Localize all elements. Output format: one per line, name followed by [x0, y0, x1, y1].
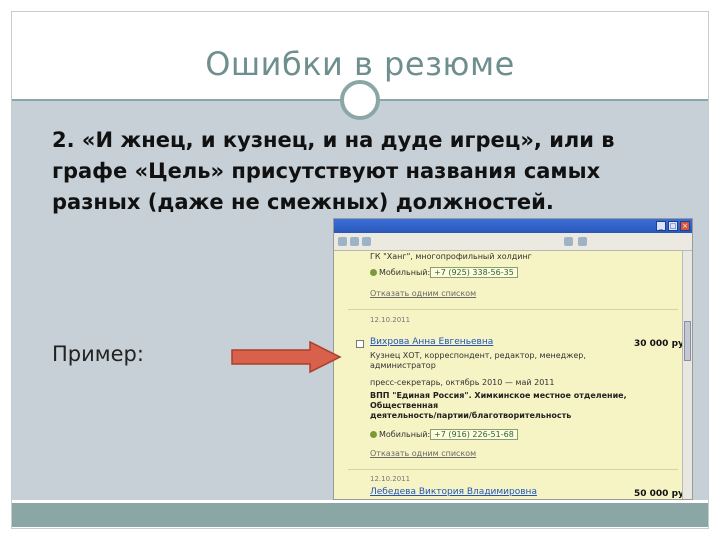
entry0-phone-label: Мобильный:	[370, 268, 430, 277]
entry0-reject-link[interactable]: Отказать одним списком	[370, 289, 476, 298]
phone-icon	[370, 431, 377, 438]
entry0-phone: +7 (925) 338-56-35	[430, 267, 518, 278]
entry1-checkbox[interactable]	[356, 340, 364, 348]
entry2-date: 12.10.2011	[370, 475, 411, 483]
entry1-phone-label: Мобильный:	[370, 430, 430, 439]
divider-circle-ornament	[340, 80, 380, 120]
entry2-salary: 50 000 ру	[634, 489, 684, 499]
entry-separator	[348, 309, 678, 310]
entry1-job: пресс-секретарь, октябрь 2010 — май 2011	[370, 378, 555, 387]
arrow-right-icon	[231, 340, 342, 374]
forward-icon	[350, 237, 359, 246]
bottom-bar	[12, 503, 708, 527]
resume-list-screenshot: _ □ × ГК "Ханг", многопрофильный холдинг…	[333, 218, 693, 500]
scrollbar-thumb[interactable]	[684, 321, 691, 361]
entry1-org3: деятельность/партии/благотворительность	[370, 411, 572, 420]
home-icon	[578, 237, 587, 246]
entry1-date: 12.10.2011	[370, 316, 411, 324]
entry1-name-link[interactable]: Вихрова Анна Евгеньевна	[370, 337, 493, 347]
minimize-icon: _	[656, 221, 666, 231]
screenshot-titlebar: _ □ ×	[334, 219, 692, 233]
maximize-icon: □	[668, 221, 678, 231]
entry1-salary: 30 000 ру	[634, 339, 684, 349]
entry1-reject-link[interactable]: Отказать одним списком	[370, 449, 476, 458]
slide-title: Ошибки в резюме	[205, 45, 515, 83]
back-icon	[338, 237, 347, 246]
phone-icon	[370, 269, 377, 276]
screenshot-toolbar	[334, 233, 692, 251]
tools-icon	[564, 237, 573, 246]
entry1-phone: +7 (916) 226-51-68	[430, 429, 518, 440]
entry1-positions2: администратор	[370, 361, 436, 370]
entry1-org1: ВПП "Единая Россия". Химкинское местное …	[370, 391, 627, 400]
entry1-positions: Кузнец ХОТ, корреспондент, редактор, мен…	[370, 351, 586, 360]
entry2-name-link[interactable]: Лебедева Виктория Владимировна	[370, 487, 537, 497]
body-paragraph: 2. «И жнец, и кузнец, и на дуде игрец», …	[52, 128, 615, 214]
entry1-org2: Общественная	[370, 401, 439, 410]
example-label: Пример:	[52, 342, 144, 366]
refresh-icon	[362, 237, 371, 246]
close-icon: ×	[680, 221, 690, 231]
entry0-org: ГК "Ханг", многопрофильный холдинг	[370, 252, 532, 261]
entry-separator	[348, 469, 678, 470]
screenshot-scrollbar[interactable]	[682, 251, 692, 499]
screenshot-body: ГК "Ханг", многопрофильный холдинг Мобил…	[334, 251, 684, 499]
